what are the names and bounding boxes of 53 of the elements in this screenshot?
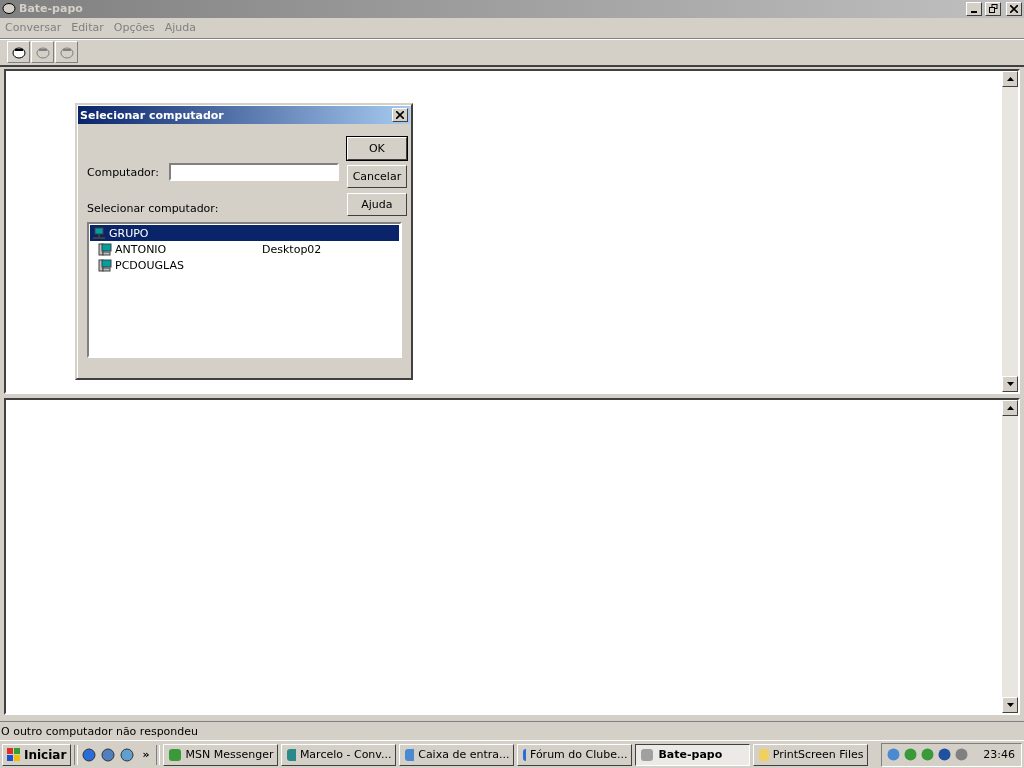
tray-icon[interactable]	[937, 747, 953, 763]
computer-input[interactable]	[168, 163, 339, 181]
scrollbar[interactable]	[1002, 71, 1018, 392]
restore-button[interactable]	[985, 1, 1001, 16]
dialog-button[interactable]: Ajuda	[346, 193, 407, 216]
close-icon	[1010, 4, 1018, 13]
taskbar-button[interactable]: PrintScreen Files	[753, 743, 869, 766]
down-arrow-icon	[1006, 703, 1014, 708]
taskbar-button[interactable]: Caixa de entra...	[399, 743, 515, 766]
scrollbar[interactable]	[1002, 399, 1018, 714]
dialog-button[interactable]: Cancelar	[346, 165, 407, 188]
list-label: Selecionar computador:	[87, 202, 220, 215]
tray-icon[interactable]	[954, 747, 970, 763]
computer-name: ANTONIO	[115, 242, 168, 256]
status-text: O outro computador não respondeu	[1, 724, 199, 738]
app-icon	[168, 747, 182, 762]
down-arrow-icon	[1006, 381, 1014, 386]
taskbar-button[interactable]: Bate-papo	[635, 743, 751, 766]
taskbar-button[interactable]: Fórum do Clube...	[517, 743, 633, 766]
dialog-title: Selecionar computador	[80, 108, 225, 122]
up-arrow-icon	[1006, 405, 1014, 410]
app-icon	[404, 747, 415, 762]
taskbar-button[interactable]: MSN Messenger	[163, 743, 279, 766]
computer-icon	[98, 258, 112, 272]
clock: 23:46	[983, 748, 1015, 762]
computer-name: PCDOUGLAS	[115, 258, 185, 272]
close-icon	[396, 111, 404, 119]
up-arrow-icon	[1006, 77, 1014, 82]
overflow-chevron[interactable]: »	[138, 748, 154, 762]
computer-comment: Desktop02	[262, 242, 322, 256]
network-icon	[92, 226, 106, 240]
computer-name: GRUPO	[109, 226, 150, 240]
computer-icon	[98, 242, 112, 256]
dialog-button[interactable]: OK	[346, 137, 407, 160]
minimize-icon	[971, 10, 977, 13]
app-icon	[522, 747, 526, 762]
start-button[interactable]: Iniciar	[2, 743, 72, 766]
windows-logo-icon	[7, 747, 21, 762]
toolbar-button[interactable]	[7, 41, 30, 64]
tree-item[interactable]: PCDOUGLAS	[90, 257, 399, 273]
close-button[interactable]	[1006, 1, 1022, 16]
app-icon	[640, 747, 655, 762]
restore-icon	[988, 4, 998, 14]
computer-list[interactable]: GRUPO ANTONIO Desktop02 PCDOUGLAS	[87, 222, 402, 358]
app-icon	[286, 747, 296, 762]
computer-label: Computador:	[87, 165, 159, 179]
minimize-button[interactable]	[966, 1, 982, 16]
close-button[interactable]	[392, 108, 408, 122]
window-title: Bate-papo	[19, 2, 84, 16]
tree-item[interactable]: ANTONIO Desktop02	[90, 241, 399, 257]
taskbar-button[interactable]: Marcelo - Conv...	[281, 743, 397, 766]
tree-item[interactable]: GRUPO	[90, 225, 399, 241]
app-icon	[758, 747, 769, 762]
